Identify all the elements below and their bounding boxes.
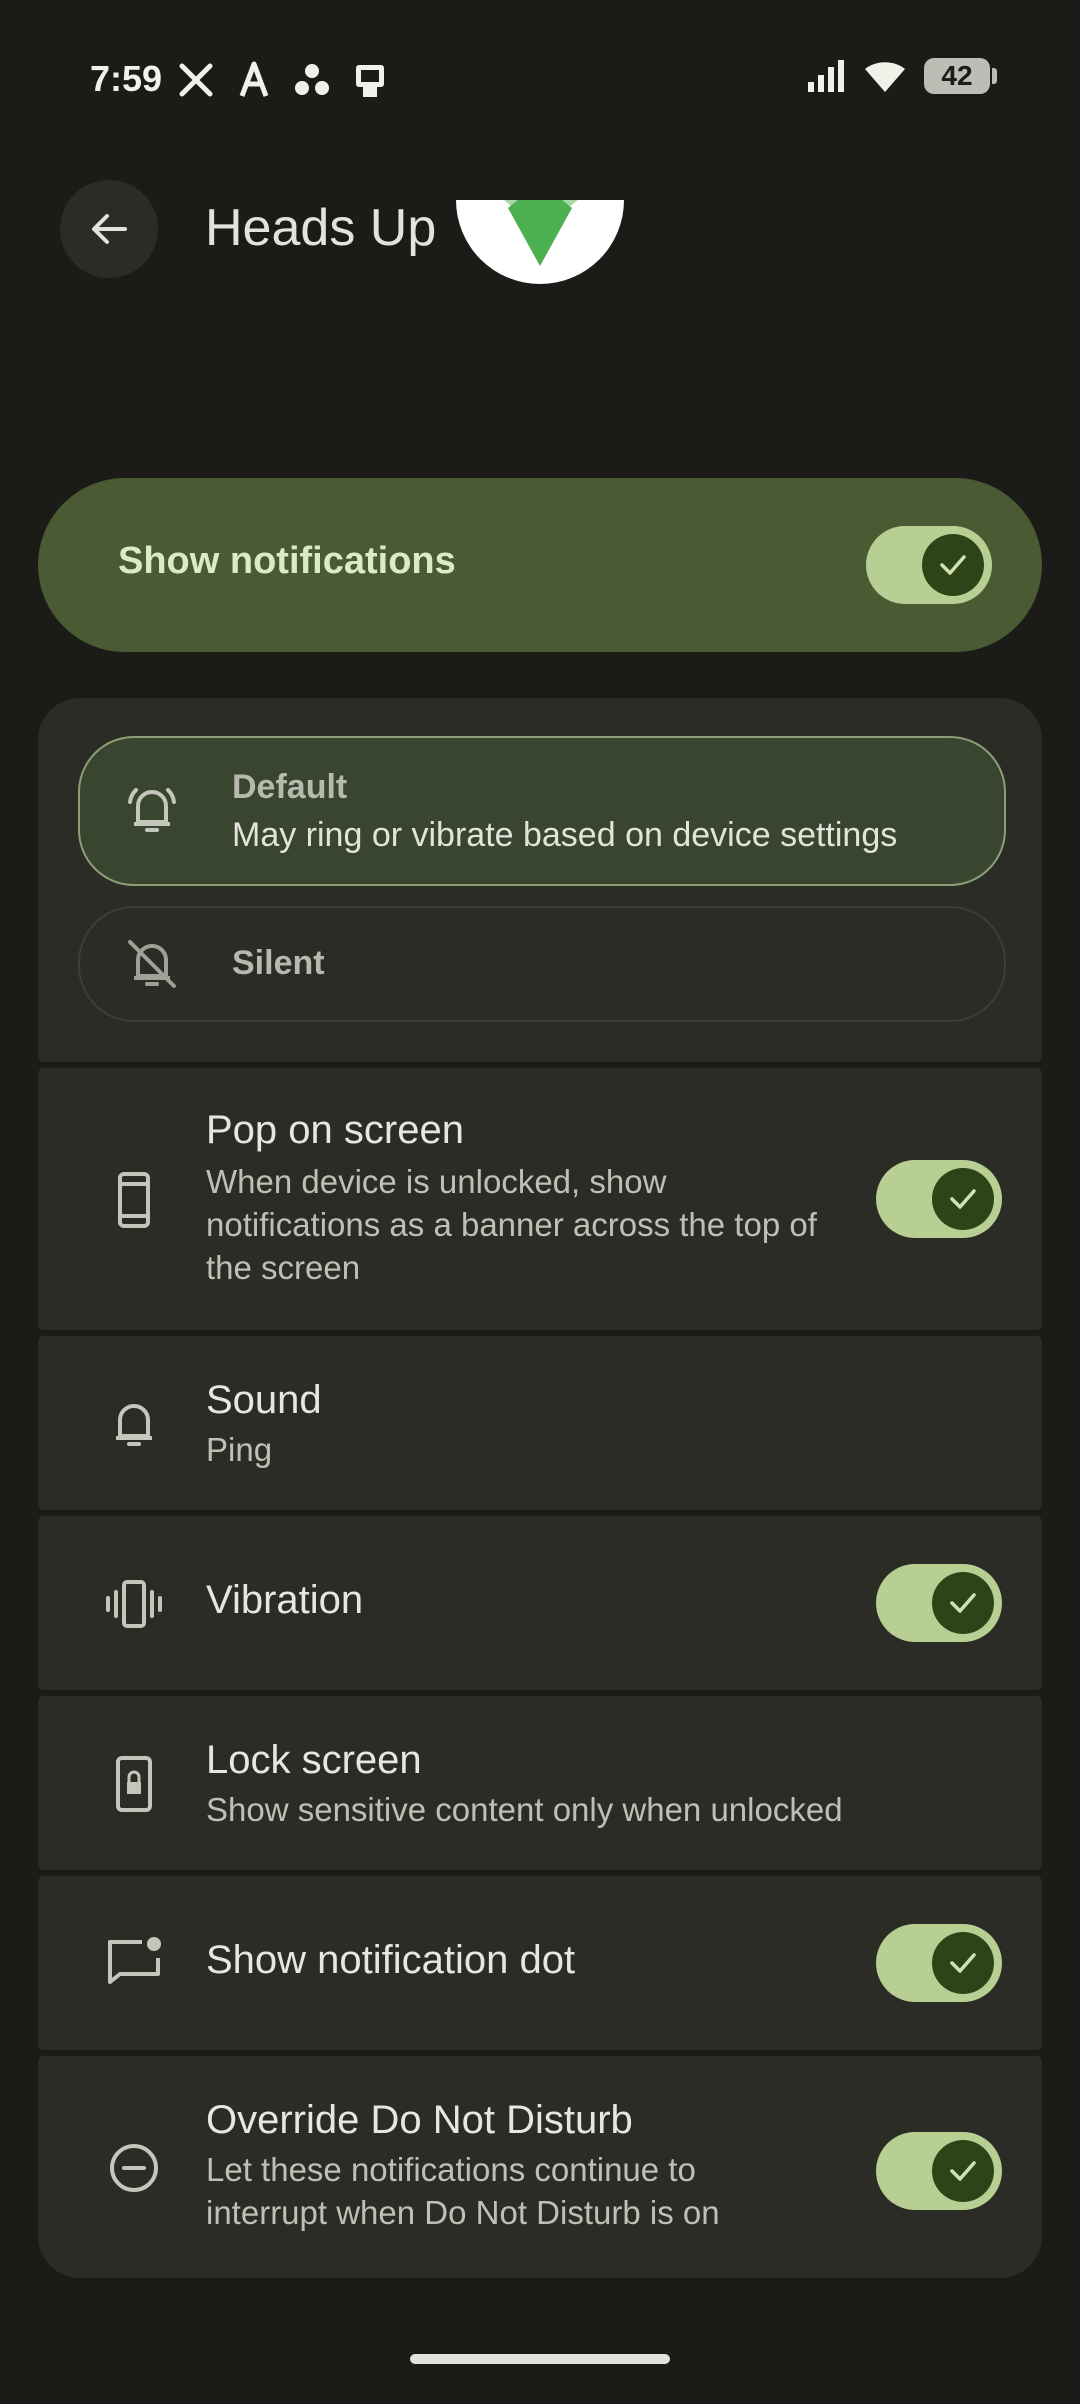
override-dnd-subtitle: Let these notifications continue to inte… (206, 2151, 720, 2231)
check-icon (950, 1189, 976, 1209)
check-icon (950, 1953, 976, 1973)
page-title: Heads Up (205, 199, 437, 257)
default-option[interactable]: Default May ring or vibrate based on dev… (78, 736, 1006, 886)
tablet-app-icon (356, 65, 384, 97)
gesture-home-bar[interactable] (410, 2354, 670, 2364)
battery-indicator: 42 (924, 58, 997, 94)
vibration-row[interactable]: Vibration (38, 1516, 1042, 1690)
show-notifications-label: Show notifications (118, 540, 456, 582)
notification-behavior-group: Default May ring or vibrate based on dev… (38, 698, 1042, 1062)
default-option-title: Default (232, 768, 348, 806)
vibration-title: Vibration (206, 1578, 364, 1622)
bell-icon (116, 1404, 152, 1446)
signal-icon (808, 60, 844, 92)
back-button[interactable] (60, 180, 158, 278)
notification-dot-toggle[interactable] (876, 1924, 1002, 2002)
override-dnd-row[interactable]: Override Do Not Disturb Let these notifi… (38, 2056, 1042, 2278)
notification-dot-row[interactable]: Show notification dot (38, 1876, 1042, 2050)
override-dnd-toggle[interactable] (876, 2132, 1002, 2210)
lock-screen-subtitle: Show sensitive content only when unlocke… (206, 1791, 843, 1828)
status-bar: 7:59 42 (0, 0, 1080, 160)
check-icon (950, 2161, 976, 2181)
silent-option[interactable]: Silent (78, 906, 1006, 1022)
arrow-back-icon (92, 214, 127, 244)
status-system-icons: 42 (806, 58, 997, 94)
override-dnd-title: Override Do Not Disturb (206, 2098, 633, 2142)
sound-subtitle: Ping (206, 1431, 273, 1468)
bell-off-icon (128, 940, 176, 988)
show-notifications-toggle[interactable] (866, 526, 992, 604)
check-icon (950, 1593, 976, 1613)
dots-app-icon (295, 64, 329, 95)
phone-icon (118, 1172, 150, 1228)
check-icon (940, 555, 966, 575)
vibration-icon (106, 1580, 162, 1628)
bell-ringing-icon (128, 788, 176, 832)
wifi-icon (865, 62, 905, 92)
app-logo-icon (504, 200, 578, 266)
status-time: 7:59 (90, 58, 163, 99)
silent-option-title: Silent (232, 944, 325, 982)
pop-on-screen-toggle[interactable] (876, 1160, 1002, 1238)
default-option-subtitle: May ring or vibrate based on device sett… (232, 816, 898, 854)
pop-on-screen-title: Pop on screen (206, 1108, 464, 1152)
sound-row[interactable]: Sound Ping (38, 1336, 1042, 1510)
lock-screen-icon (116, 1756, 152, 1812)
notification-dot-icon (108, 1937, 161, 1984)
pop-on-screen-subtitle: When device is unlocked, show notificati… (206, 1163, 817, 1286)
do-not-disturb-icon (110, 2144, 158, 2192)
vibration-toggle[interactable] (876, 1564, 1002, 1642)
app-icon (456, 200, 624, 390)
pop-on-screen-row[interactable]: Pop on screen When device is unlocked, s… (38, 1068, 1042, 1330)
notification-dot-title: Show notification dot (206, 1938, 576, 1982)
show-notifications-card[interactable]: Show notifications (38, 478, 1042, 652)
lock-screen-title: Lock screen (206, 1738, 422, 1782)
status-notification-icons (176, 60, 390, 100)
sound-title: Sound (206, 1378, 322, 1422)
a-app-icon (239, 61, 269, 97)
x-app-icon (179, 63, 213, 97)
lock-screen-row[interactable]: Lock screen Show sensitive content only … (38, 1696, 1042, 1870)
